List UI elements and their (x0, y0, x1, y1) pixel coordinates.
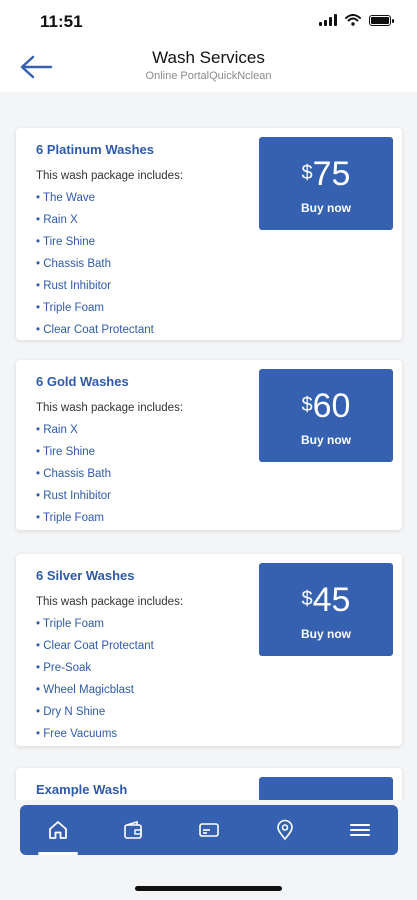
tab-wallet[interactable] (113, 810, 153, 850)
feature-item: Rain X (36, 424, 111, 446)
feature-item: Rust Inhibitor (36, 280, 154, 302)
buy-now-button[interactable]: $60 Buy now (259, 369, 393, 462)
battery-icon (369, 14, 394, 26)
buy-now-label: Buy now (301, 627, 351, 641)
feature-item: Rain X (36, 214, 154, 236)
feature-list: Rain X Tire Shine Chassis Bath Rust Inhi… (36, 424, 111, 534)
package-intro: This wash package includes: (36, 402, 184, 414)
buy-now-button[interactable]: $45 Buy now (259, 563, 393, 656)
buy-now-label: Buy now (301, 433, 351, 447)
package-intro: This wash package includes: (36, 596, 184, 608)
feature-item: Tire Shine (36, 236, 154, 258)
location-pin-icon (276, 819, 293, 841)
feature-item: Triple Foam (36, 618, 154, 640)
package-intro: This wash package includes: (36, 170, 184, 182)
feature-item: Wheel Magicblast (36, 684, 154, 706)
signal-icon (319, 14, 337, 26)
home-indicator (135, 886, 282, 891)
package-title: Example Wash (36, 782, 128, 797)
buy-now-label: Buy now (301, 201, 351, 215)
feature-item: The Wave (36, 192, 154, 214)
price-amount: 60 (312, 387, 351, 425)
tab-locations[interactable] (265, 810, 305, 850)
price: $75 (259, 155, 393, 194)
package-title: 6 Platinum Washes (36, 142, 154, 157)
package-card-silver: 6 Silver Washes This wash package includ… (16, 554, 402, 746)
price-currency: $ (301, 394, 313, 416)
page-subtitle: Online PortalQuickNclean (145, 70, 272, 82)
package-card-example: Example Wash (16, 768, 402, 800)
feature-item: Chassis Bath (36, 468, 111, 490)
tab-home[interactable] (37, 810, 78, 855)
feature-item: Dry N Shine (36, 706, 154, 728)
buy-now-button[interactable]: $75 Buy now (259, 137, 393, 230)
buy-now-button[interactable] (259, 777, 393, 800)
feature-item: Clear Coat Protectant (36, 324, 154, 346)
bottom-tab-bar (20, 805, 398, 855)
menu-icon (350, 824, 371, 836)
price: $45 (259, 581, 393, 620)
feature-item: Chassis Bath (36, 258, 154, 280)
status-time: 11:51 (40, 12, 83, 31)
status-icons (319, 14, 394, 26)
package-card-platinum: 6 Platinum Washes This wash package incl… (16, 128, 402, 340)
price-currency: $ (301, 162, 313, 184)
feature-item: Pre-Soak (36, 662, 154, 684)
feature-list: Triple Foam Clear Coat Protectant Pre-So… (36, 618, 154, 750)
price: $60 (259, 387, 393, 426)
card-icon (199, 823, 219, 837)
page-title: Wash Services (152, 48, 265, 67)
feature-item: Triple Foam (36, 302, 154, 324)
header: Wash Services Online PortalQuickNclean (0, 44, 417, 92)
package-title: 6 Silver Washes (36, 568, 135, 583)
wallet-icon (124, 820, 143, 839)
package-list[interactable]: 6 Platinum Washes This wash package incl… (0, 92, 417, 800)
price-currency: $ (301, 588, 313, 610)
package-card-gold: 6 Gold Washes This wash package includes… (16, 360, 402, 530)
feature-item: Clear Coat Protectant (36, 640, 154, 662)
active-tab-indicator (37, 852, 78, 855)
feature-item: Rust Inhibitor (36, 490, 111, 512)
tab-card[interactable] (189, 810, 229, 850)
feature-item: Free Vacuums (36, 728, 154, 750)
status-bar: 11:51 (0, 0, 417, 44)
home-icon (48, 821, 67, 839)
feature-item: Triple Foam (36, 512, 111, 534)
wifi-icon (345, 14, 361, 26)
package-title: 6 Gold Washes (36, 374, 129, 389)
price-amount: 75 (312, 155, 351, 193)
feature-item: Tire Shine (36, 446, 111, 468)
tab-menu[interactable] (340, 810, 380, 850)
feature-list: The Wave Rain X Tire Shine Chassis Bath … (36, 192, 154, 346)
price-amount: 45 (312, 581, 351, 619)
